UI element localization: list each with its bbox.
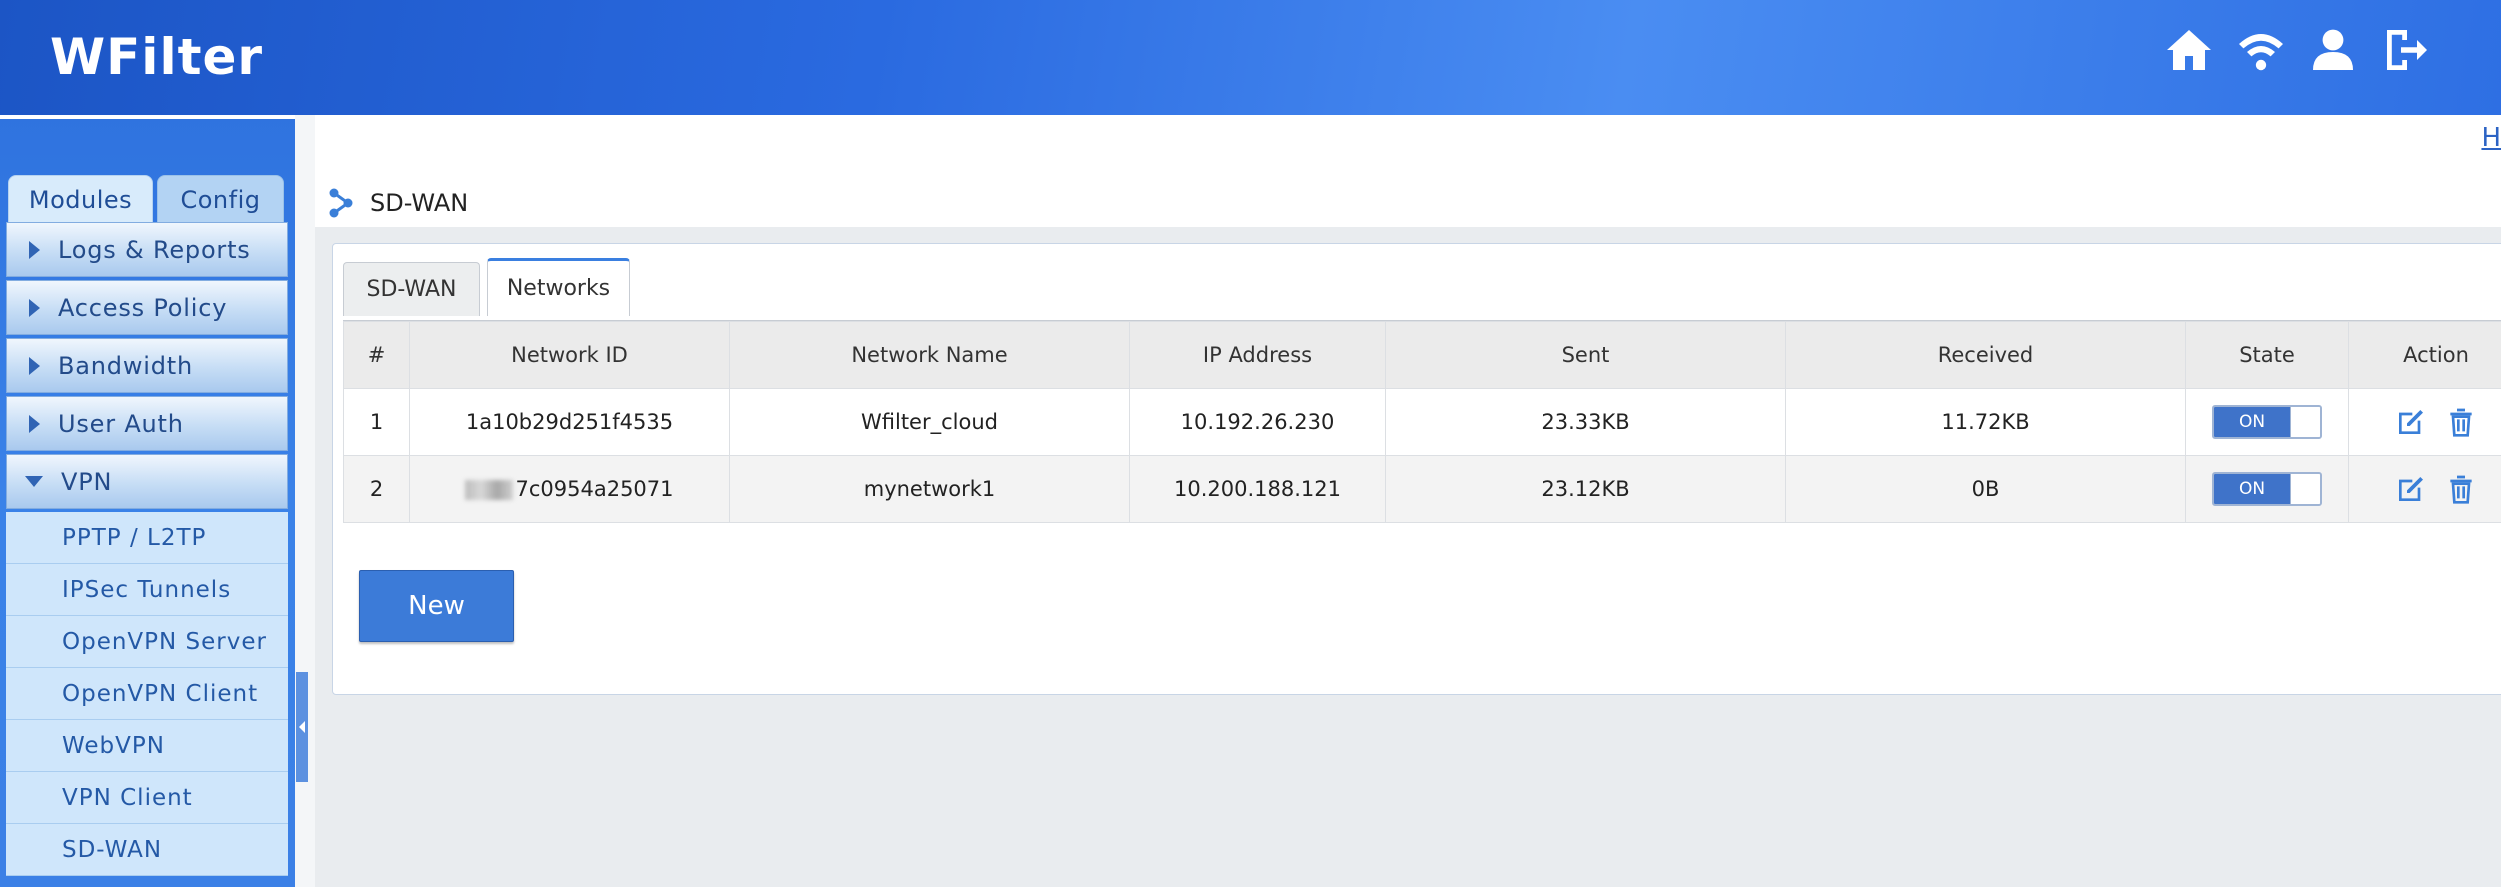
expand-arrow-icon bbox=[29, 414, 40, 433]
toggle-knob bbox=[2290, 474, 2320, 504]
sidebar-item-label: VPN bbox=[61, 467, 113, 496]
tab-networks[interactable]: Networks bbox=[487, 258, 630, 316]
submenu-item-webvpn[interactable]: WebVPN bbox=[6, 720, 288, 772]
sidebar-menu: Logs & Reports Access Policy Bandwidth U… bbox=[6, 222, 288, 876]
table-header-row: # Network ID Network Name IP Address Sen… bbox=[343, 321, 2501, 389]
col-header-network-id: Network ID bbox=[409, 321, 730, 389]
cell-action bbox=[2348, 388, 2501, 456]
expand-arrow-icon bbox=[29, 240, 40, 259]
cell-network-id: 1a10b29d251f4535 bbox=[409, 388, 730, 456]
toggle-knob bbox=[2290, 407, 2320, 437]
sidebar-item-vpn[interactable]: VPN bbox=[6, 454, 288, 509]
submenu-item-vpn-client[interactable]: VPN Client bbox=[6, 772, 288, 824]
tab-modules[interactable]: Modules bbox=[8, 175, 153, 224]
cell-network-name: Wfilter_cloud bbox=[729, 388, 1130, 456]
sidebar-collapse-handle[interactable] bbox=[296, 672, 308, 782]
col-header-sent: Sent bbox=[1385, 321, 1786, 389]
cell-network-name: mynetwork1 bbox=[729, 455, 1130, 523]
col-header-ip-address: IP Address bbox=[1129, 321, 1386, 389]
vpn-submenu: PPTP / L2TP IPSec Tunnels OpenVPN Server… bbox=[6, 512, 288, 876]
cell-network-id: 7c0954a25071 bbox=[409, 455, 730, 523]
home-icon[interactable] bbox=[2163, 24, 2215, 76]
wifi-icon[interactable] bbox=[2235, 24, 2287, 76]
page-title: SD-WAN bbox=[370, 189, 469, 217]
app-logo: WFilter bbox=[50, 28, 264, 86]
cell-action bbox=[2348, 455, 2501, 523]
redacted-mask bbox=[465, 480, 514, 500]
expand-arrow-icon bbox=[29, 356, 40, 375]
cell-state: ON bbox=[2185, 455, 2349, 523]
breadcrumb: SD-WAN bbox=[328, 188, 468, 218]
state-toggle[interactable]: ON bbox=[2212, 405, 2322, 439]
col-header-state: State bbox=[2185, 321, 2349, 389]
sidebar-item-label: Access Policy bbox=[58, 293, 228, 322]
new-network-button[interactable]: New bbox=[359, 570, 514, 642]
tab-sd-wan[interactable]: SD-WAN bbox=[343, 262, 480, 316]
edit-icon[interactable] bbox=[2395, 406, 2427, 438]
cell-num: 2 bbox=[343, 455, 410, 523]
table-row: 2 7c0954a25071 mynetwork1 10.200.188.121… bbox=[343, 455, 2501, 523]
submenu-item-openvpn-client[interactable]: OpenVPN Client bbox=[6, 668, 288, 720]
sidebar-item-label: User Auth bbox=[58, 409, 184, 438]
sidebar-item-logs-reports[interactable]: Logs & Reports bbox=[6, 222, 288, 277]
col-header-action: Action bbox=[2348, 321, 2501, 389]
submenu-item-pptp-l2tp[interactable]: PPTP / L2TP bbox=[6, 512, 288, 564]
edit-icon[interactable] bbox=[2395, 473, 2427, 505]
cell-ip-address: 10.192.26.230 bbox=[1129, 388, 1386, 456]
submenu-item-openvpn-server[interactable]: OpenVPN Server bbox=[6, 616, 288, 668]
toggle-on-label: ON bbox=[2214, 407, 2290, 437]
sidebar-item-access-policy[interactable]: Access Policy bbox=[6, 280, 288, 335]
logout-icon[interactable] bbox=[2379, 24, 2431, 76]
tab-config[interactable]: Config bbox=[157, 175, 284, 224]
cell-state: ON bbox=[2185, 388, 2349, 456]
delete-icon[interactable] bbox=[2445, 406, 2477, 438]
content-panel: SD-WAN Networks # Network ID Network Nam… bbox=[332, 243, 2501, 695]
main-top-bar: H bbox=[315, 115, 2501, 227]
sidebar: Modules Config Logs & Reports Access Pol… bbox=[0, 115, 295, 887]
top-right-link[interactable]: H bbox=[2481, 123, 2501, 153]
cell-ip-address: 10.200.188.121 bbox=[1129, 455, 1386, 523]
sidebar-item-user-auth[interactable]: User Auth bbox=[6, 396, 288, 451]
col-header-network-name: Network Name bbox=[729, 321, 1130, 389]
sidebar-item-label: Bandwidth bbox=[58, 351, 193, 380]
user-icon[interactable] bbox=[2307, 24, 2359, 76]
cell-sent: 23.33KB bbox=[1385, 388, 1786, 456]
submenu-item-sd-wan[interactable]: SD-WAN bbox=[6, 824, 288, 876]
app-header: WFilter bbox=[0, 0, 2501, 115]
networks-table-wrap: # Network ID Network Name IP Address Sen… bbox=[343, 320, 2501, 523]
col-header-received: Received bbox=[1785, 321, 2186, 389]
submenu-item-ipsec-tunnels[interactable]: IPSec Tunnels bbox=[6, 564, 288, 616]
collapse-left-icon bbox=[299, 721, 305, 733]
toggle-on-label: ON bbox=[2214, 474, 2290, 504]
table-row: 1 1a10b29d251f4535 Wfilter_cloud 10.192.… bbox=[343, 388, 2501, 456]
header-icons bbox=[2163, 24, 2431, 76]
share-nodes-icon bbox=[329, 188, 353, 218]
network-id-text: 7c0954a25071 bbox=[515, 477, 674, 501]
sidebar-item-bandwidth[interactable]: Bandwidth bbox=[6, 338, 288, 393]
cell-received: 0B bbox=[1785, 455, 2186, 523]
delete-icon[interactable] bbox=[2445, 473, 2477, 505]
cell-num: 1 bbox=[343, 388, 410, 456]
cell-sent: 23.12KB bbox=[1385, 455, 1786, 523]
networks-table: # Network ID Network Name IP Address Sen… bbox=[343, 321, 2501, 523]
sidebar-divider bbox=[0, 115, 295, 119]
col-header-num: # bbox=[343, 321, 410, 389]
state-toggle[interactable]: ON bbox=[2212, 472, 2322, 506]
collapse-arrow-icon bbox=[25, 476, 43, 487]
sidebar-item-label: Logs & Reports bbox=[58, 235, 251, 264]
expand-arrow-icon bbox=[29, 298, 40, 317]
cell-received: 11.72KB bbox=[1785, 388, 2186, 456]
